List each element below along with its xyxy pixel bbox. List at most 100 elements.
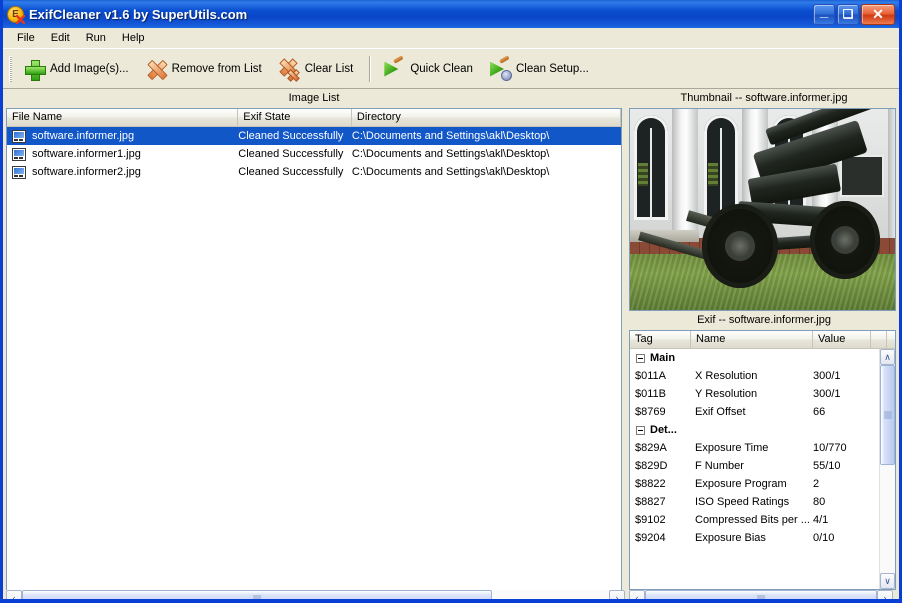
toolbar-grip[interactable] <box>9 55 12 82</box>
clean-setup-label: Clean Setup... <box>515 62 589 75</box>
exif-value: 300/1 <box>813 388 841 400</box>
column-header-exif-state[interactable]: Exif State <box>238 109 352 126</box>
menu-edit[interactable]: Edit <box>43 30 78 46</box>
exif-table[interactable]: Tag Name Value Main $011A X Resolution 3… <box>629 330 896 590</box>
cell-directory: C:\Documents and Settings\akl\Desktop\ <box>351 166 550 178</box>
exif-row[interactable]: $011B Y Resolution 300/1 <box>630 385 879 403</box>
clean-setup-button[interactable]: Clean Setup... <box>483 54 599 84</box>
maximize-button[interactable]: ❑ <box>837 3 859 25</box>
hscroll-track[interactable] <box>645 590 877 599</box>
image-list[interactable]: File Name Exif State Directory software.… <box>6 108 622 590</box>
hscroll-track[interactable] <box>22 590 609 599</box>
exif-row[interactable]: $829D F Number 55/10 <box>630 457 879 475</box>
exif-group-row[interactable]: Det... <box>630 421 879 439</box>
exif-group-text: Det... <box>650 424 677 436</box>
column-header-directory[interactable]: Directory <box>352 109 621 126</box>
thumbnail-preview[interactable] <box>629 108 896 311</box>
quick-clean-label: Quick Clean <box>410 62 473 75</box>
remove-from-list-button[interactable]: Remove from List <box>139 54 272 84</box>
file-name-text: software.informer2.jpg <box>32 166 141 178</box>
scroll-right-button[interactable]: › <box>609 590 625 599</box>
close-button[interactable]: ✕ <box>861 3 895 25</box>
cell-file-name: software.informer2.jpg <box>7 165 238 179</box>
exif-value: 4/1 <box>813 514 829 526</box>
menu-help[interactable]: Help <box>114 30 153 46</box>
quick-clean-button[interactable]: Quick Clean <box>377 54 483 84</box>
menu-file[interactable]: File <box>9 30 43 46</box>
orange-double-x-icon <box>278 58 300 80</box>
table-row[interactable]: software.informer2.jpg Cleaned Successfu… <box>7 163 621 181</box>
exif-group-row[interactable]: Main <box>630 349 879 367</box>
toolbar: Add Image(s)... Remove from List Clear L… <box>3 48 899 89</box>
close-icon: ✕ <box>872 5 884 22</box>
exif-vscrollbar[interactable]: ∧ ∨ <box>879 349 895 589</box>
vscroll-thumb[interactable] <box>880 365 895 465</box>
exif-name: Exposure Program <box>695 478 787 490</box>
scroll-right-button[interactable]: › <box>877 590 893 599</box>
exif-row[interactable]: $011A X Resolution 300/1 <box>630 367 879 385</box>
minimize-icon: _ <box>819 2 829 20</box>
exif-name: F Number <box>695 460 744 472</box>
scroll-up-button[interactable]: ∧ <box>880 349 895 365</box>
main-content: Image List File Name Exif State Director… <box>3 89 899 599</box>
cell-exif-state: Cleaned Successfully <box>238 166 344 178</box>
exif-group-label: Main <box>630 352 691 364</box>
orange-x-icon <box>145 58 167 80</box>
exif-tag: $8769 <box>635 406 666 418</box>
scroll-left-button[interactable]: ‹ <box>629 590 645 599</box>
column-header-file-name[interactable]: File Name <box>7 109 239 126</box>
scroll-down-button[interactable]: ∨ <box>880 573 895 589</box>
broom-gear-icon <box>489 54 512 81</box>
minimize-button[interactable]: _ <box>813 2 835 25</box>
vscroll-track[interactable] <box>880 365 895 573</box>
hscroll-thumb[interactable] <box>22 590 492 599</box>
collapse-icon[interactable] <box>636 425 645 435</box>
exif-row[interactable]: $8769 Exif Offset 66 <box>630 403 879 421</box>
image-file-icon <box>12 165 26 179</box>
exif-row[interactable]: $9204 Exposure Bias 0/10 <box>630 529 879 547</box>
table-row[interactable]: software.informer.jpg Cleaned Successful… <box>7 127 621 145</box>
exif-row[interactable]: $829A Exposure Time 10/770 <box>630 439 879 457</box>
exif-value: 80 <box>813 496 826 508</box>
details-pane: Thumbnail -- software.informer.jpg Exif … <box>629 89 899 599</box>
window-controls: _ ❑ ✕ <box>813 2 895 25</box>
hscroll-thumb[interactable] <box>645 590 877 599</box>
collapse-icon[interactable] <box>636 353 645 363</box>
image-list-caption: Image List <box>3 89 625 108</box>
column-header-tag[interactable]: Tag <box>630 331 691 348</box>
add-images-button[interactable]: Add Image(s)... <box>17 54 139 84</box>
exif-name: Exposure Bias <box>695 532 766 544</box>
exif-row[interactable]: $8822 Exposure Program 2 <box>630 475 879 493</box>
thumbnail-caption: Thumbnail -- software.informer.jpg <box>629 89 899 108</box>
exif-group-label: Det... <box>630 424 691 436</box>
image-list-pane: Image List File Name Exif State Director… <box>3 89 625 599</box>
exif-tag: $8822 <box>635 478 666 490</box>
exif-row[interactable]: $9102 Compressed Bits per ... 4/1 <box>630 511 879 529</box>
file-name-text: software.informer.jpg <box>32 130 135 142</box>
column-header-value[interactable]: Value <box>813 331 871 348</box>
exif-name: Exif Offset <box>695 406 746 418</box>
menu-run[interactable]: Run <box>78 30 114 46</box>
exif-pane: Tag Name Value Main $011A X Resolution 3… <box>629 330 896 599</box>
exif-name: Compressed Bits per ... <box>695 514 810 526</box>
cell-directory: C:\Documents and Settings\akl\Desktop\ <box>351 130 550 142</box>
column-header-name[interactable]: Name <box>691 331 813 348</box>
cell-exif-state: Cleaned Successfully <box>238 148 344 160</box>
image-list-hscrollbar[interactable]: ‹ › <box>6 590 625 599</box>
maximize-icon: ❑ <box>842 6 854 21</box>
exif-tag: $9204 <box>635 532 666 544</box>
exif-value: 300/1 <box>813 370 841 382</box>
exif-tag: $8827 <box>635 496 666 508</box>
cell-file-name: software.informer1.jpg <box>7 147 238 161</box>
exif-row[interactable]: $8827 ISO Speed Ratings 80 <box>630 493 879 511</box>
image-file-icon <box>12 129 26 143</box>
exif-tag: $011A <box>635 370 666 382</box>
exif-hscrollbar[interactable]: ‹ › <box>629 590 893 599</box>
exif-tag: $829D <box>635 460 668 472</box>
menu-bar: File Edit Run Help <box>3 28 899 48</box>
exif-group-text: Main <box>650 352 676 364</box>
image-list-header: File Name Exif State Directory <box>7 109 621 127</box>
clear-list-button[interactable]: Clear List <box>272 54 364 84</box>
scroll-left-button[interactable]: ‹ <box>6 590 22 599</box>
table-row[interactable]: software.informer1.jpg Cleaned Successfu… <box>7 145 621 163</box>
